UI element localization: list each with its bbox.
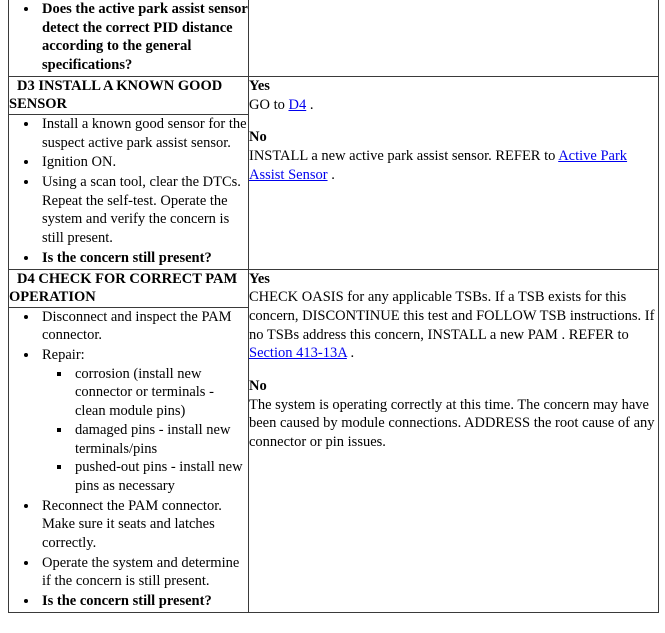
result-label-no: No <box>249 378 267 395</box>
list-item: damaged pins - install new terminals/pin… <box>72 421 248 458</box>
list-item: Install a known good sensor for the susp… <box>39 115 248 152</box>
pinpoint-table-d3: D3 INSTALL A KNOWN GOOD SENSOR Yes GO to… <box>8 75 659 270</box>
result-text-pre: INSTALL a new active park assist sensor.… <box>249 147 559 164</box>
table-row-d4-header: D4 CHECK FOR CORRECT PAM OPERATION Yes C… <box>8 268 659 613</box>
result-text-post: . <box>306 96 314 113</box>
list-item: Repair: corrosion (install new connector… <box>39 346 248 496</box>
list-item: Operate the system and determine if the … <box>39 554 248 591</box>
table-row-d3-header: D3 INSTALL A KNOWN GOOD SENSOR Yes GO to… <box>8 75 659 270</box>
action-sublist-repair: corrosion (install new connector or term… <box>42 365 248 496</box>
table-row: Does the active park assist sensor detec… <box>8 0 659 77</box>
pinpoint-table-top: Does the active park assist sensor detec… <box>8 0 659 77</box>
result-cell-top <box>248 0 659 77</box>
result-label-yes: Yes <box>249 270 270 287</box>
list-item-label: Repair: <box>42 347 85 364</box>
action-cell-d4: Disconnect and inspect the PAM connector… <box>8 306 249 613</box>
action-list: Does the active park assist sensor detec… <box>9 0 248 75</box>
result-yes-d4: Yes CHECK OASIS for any applicable TSBs.… <box>249 270 658 364</box>
result-text-post: . <box>327 166 335 183</box>
list-item: Ignition ON. <box>39 153 248 172</box>
list-item: Is the concern still present? <box>39 249 248 268</box>
list-item: Does the active park assist sensor detec… <box>39 0 248 75</box>
result-text-no: The system is operating correctly at thi… <box>249 396 655 451</box>
result-text-yes: CHECK OASIS for any applicable TSBs. If … <box>249 288 658 363</box>
link-d4[interactable]: D4 <box>288 97 306 113</box>
list-item: pushed-out pins - install new pins as ne… <box>72 458 248 495</box>
result-text-pre: CHECK OASIS for any applicable TSBs. If … <box>249 289 655 343</box>
result-label-no: No <box>249 129 267 146</box>
list-item: corrosion (install new connector or term… <box>72 365 248 421</box>
result-yes-d3: Yes GO to D4 . <box>249 77 658 114</box>
link-section-413-13a[interactable]: Section 413-13A <box>249 345 347 361</box>
result-cell-d3: Yes GO to D4 . No INSTALL a new active p… <box>248 75 659 270</box>
pinpoint-table-d4: D4 CHECK FOR CORRECT PAM OPERATION Yes C… <box>8 268 659 613</box>
result-cell-d4: Yes CHECK OASIS for any applicable TSBs.… <box>248 268 659 613</box>
action-list-d3: Install a known good sensor for the susp… <box>9 115 248 268</box>
list-item: Using a scan tool, clear the DTCs. Repea… <box>39 173 248 248</box>
list-item: Is the concern still present? <box>39 592 248 611</box>
list-item: Reconnect the PAM connector. Make sure i… <box>39 497 248 553</box>
action-list-d4: Disconnect and inspect the PAM connector… <box>9 308 248 611</box>
action-cell-d3: Install a known good sensor for the susp… <box>8 113 249 270</box>
result-no-d3: No INSTALL a new active park assist sens… <box>249 128 658 184</box>
list-item: Disconnect and inspect the PAM connector… <box>39 308 248 345</box>
step-header-d3: D3 INSTALL A KNOWN GOOD SENSOR <box>8 75 249 115</box>
step-header-d4: D4 CHECK FOR CORRECT PAM OPERATION <box>8 268 249 308</box>
result-no-d4: No The system is operating correctly at … <box>249 377 658 452</box>
result-text-yes: GO to D4 . <box>249 96 658 115</box>
pinpoint-test-page: Does the active park assist sensor detec… <box>0 0 665 632</box>
result-text-post: . <box>346 345 355 362</box>
action-cell-top: Does the active park assist sensor detec… <box>8 0 249 77</box>
result-label-yes: Yes <box>249 77 270 94</box>
result-text-no: INSTALL a new active park assist sensor.… <box>249 147 658 184</box>
result-text-pre: GO to <box>249 96 289 113</box>
